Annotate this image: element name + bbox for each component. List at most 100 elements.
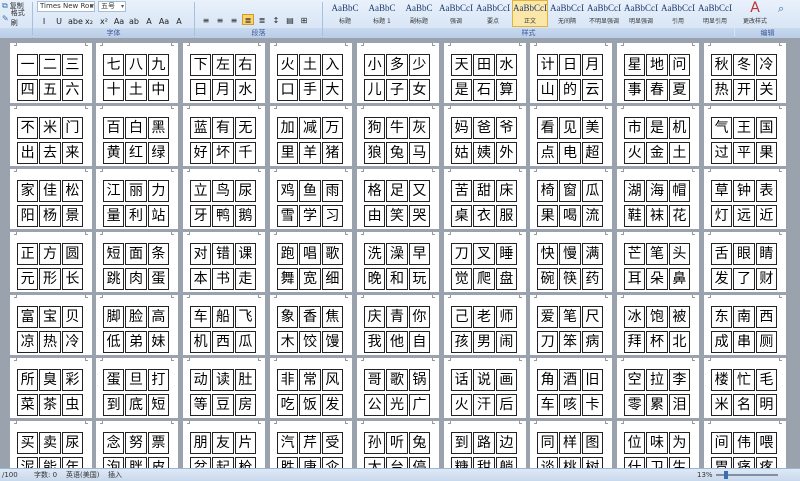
document-page[interactable]: 同样图谈桃树 — [530, 421, 612, 468]
find-icon[interactable]: ⌕ — [778, 2, 784, 16]
paragraph-format-button[interactable]: ↕ — [270, 14, 282, 25]
style-preset[interactable]: AaBbCcDc 正文 — [512, 0, 548, 27]
zoom-slider[interactable] — [716, 471, 778, 479]
document-page[interactable]: 话说画火汗后 — [444, 358, 526, 418]
document-page[interactable]: 跑唱歌舞宽细 — [270, 232, 352, 292]
font-format-button[interactable]: x² — [97, 15, 111, 26]
language-indicator[interactable]: 英语(美国) — [66, 469, 99, 481]
style-preset[interactable]: AaBbCcDt 强调 — [438, 0, 474, 27]
paragraph-format-button[interactable]: ≣ — [242, 14, 254, 25]
paragraph-format-button[interactable]: ≣ — [256, 14, 268, 25]
document-page[interactable]: 火土入口手大 — [270, 43, 352, 103]
document-page[interactable]: 己老师孩男闹 — [444, 295, 526, 355]
document-page[interactable]: 位味为什卫生 — [617, 421, 699, 468]
document-page[interactable]: 一二三四五六 — [10, 43, 92, 103]
document-page[interactable]: 蛋旦打到底短 — [96, 358, 178, 418]
document-page[interactable]: 洗澡早晚和玩 — [357, 232, 439, 292]
document-page[interactable]: 车船飞机西瓜 — [183, 295, 265, 355]
document-page[interactable]: 所臭彩菜茶虫 — [10, 358, 92, 418]
font-format-button[interactable]: ab — [127, 15, 141, 26]
document-page[interactable]: 快慢满碗筷药 — [530, 232, 612, 292]
document-page[interactable]: 秋冬冷热开关 — [704, 43, 786, 103]
document-page[interactable]: 下左右日月水 — [183, 43, 265, 103]
document-page[interactable]: 妈爸爷姑姨外 — [444, 106, 526, 166]
document-page[interactable]: 计日月山的云 — [530, 43, 612, 103]
style-preset[interactable]: AaBbCcD 要点 — [475, 0, 511, 27]
document-page[interactable]: 湖海帽鞋袜花 — [617, 169, 699, 229]
word-count[interactable]: 字数: 0 — [34, 469, 57, 481]
style-preset[interactable]: AaBbC 标题 1 — [364, 0, 400, 27]
document-page[interactable]: 芒笔头耳朵鼻 — [617, 232, 699, 292]
style-preset[interactable]: AaBbC 标题 — [327, 0, 363, 27]
insert-mode[interactable]: 插入 — [108, 469, 122, 481]
font-format-button[interactable]: U — [52, 15, 66, 26]
document-page[interactable]: 富宝贝凉热冷 — [10, 295, 92, 355]
document-page[interactable]: 象香焦木饺馒 — [270, 295, 352, 355]
document-page[interactable]: 家佳松阳杨景 — [10, 169, 92, 229]
font-format-button[interactable]: abe — [67, 15, 83, 26]
document-page[interactable]: 狗牛灰狼兔马 — [357, 106, 439, 166]
document-page[interactable]: 加减万里羊猪 — [270, 106, 352, 166]
document-canvas[interactable]: 一二三四五六七八九十土中下左右日月水火土入口手大小多少儿子女天田水是石算计日月山… — [0, 38, 800, 468]
document-page[interactable]: 天田水是石算 — [444, 43, 526, 103]
document-page[interactable]: 孙听兔太台停 — [357, 421, 439, 468]
paragraph-format-button[interactable]: ⊞ — [298, 14, 310, 25]
paragraph-format-button[interactable]: ≡ — [200, 14, 212, 25]
page-count[interactable]: /100 — [2, 469, 18, 481]
paragraph-format-button[interactable]: ≡ — [228, 14, 240, 25]
document-page[interactable]: 对错课本书走 — [183, 232, 265, 292]
document-page[interactable]: 苦甜床桌衣服 — [444, 169, 526, 229]
document-page[interactable]: 间伟喂胃痛疼 — [704, 421, 786, 468]
document-page[interactable]: 不米门出去来 — [10, 106, 92, 166]
document-page[interactable]: 格足又由笑哭 — [357, 169, 439, 229]
style-preset[interactable]: AaBbCcDc 引用 — [660, 0, 696, 27]
document-page[interactable]: 哥歌锅公光广 — [357, 358, 439, 418]
document-page[interactable]: 草钟表灯远近 — [704, 169, 786, 229]
font-format-button[interactable]: I — [37, 15, 51, 26]
font-format-button[interactable]: A — [172, 15, 186, 26]
document-page[interactable]: 椅窗瓜果喝流 — [530, 169, 612, 229]
document-page[interactable]: 正方圆元形长 — [10, 232, 92, 292]
zoom-slider-knob[interactable] — [724, 471, 728, 479]
paragraph-format-button[interactable]: ≡ — [214, 14, 226, 25]
style-preset[interactable]: AaBbCcDc 明显引用 — [697, 0, 733, 27]
document-page[interactable]: 到路边糖甜躺 — [444, 421, 526, 468]
document-page[interactable]: 非常风吃饭发 — [270, 358, 352, 418]
document-page[interactable]: 买卖尿泥能年 — [10, 421, 92, 468]
document-page[interactable]: 角酒旧车咳卡 — [530, 358, 612, 418]
style-preset[interactable]: AaBbCcDt 明显强调 — [623, 0, 659, 27]
document-page[interactable]: 朋友片盆起枪 — [183, 421, 265, 468]
document-page[interactable]: 爱笔尺刀笨病 — [530, 295, 612, 355]
document-page[interactable]: 小多少儿子女 — [357, 43, 439, 103]
document-page[interactable]: 江丽力量利站 — [96, 169, 178, 229]
document-page[interactable]: 百白黑黄红绿 — [96, 106, 178, 166]
document-page[interactable]: 庆青你我他自 — [357, 295, 439, 355]
document-page[interactable]: 楼忙毛米名明 — [704, 358, 786, 418]
document-page[interactable]: 刀叉睡觉爬盘 — [444, 232, 526, 292]
document-page[interactable]: 立鸟尿牙鸭鹅 — [183, 169, 265, 229]
change-styles-button[interactable]: A 更改样式 — [738, 0, 772, 28]
font-format-button[interactable]: Aa — [112, 15, 126, 26]
paragraph-format-button[interactable]: ▤ — [284, 14, 296, 25]
font-format-button[interactable]: x₂ — [82, 15, 96, 26]
document-page[interactable]: 鸡鱼雨雪学习 — [270, 169, 352, 229]
document-page[interactable]: 舌眼睛发了财 — [704, 232, 786, 292]
document-page[interactable]: 市是机火金土 — [617, 106, 699, 166]
document-page[interactable]: 汽芹受胜唐伞 — [270, 421, 352, 468]
document-page[interactable]: 星地问事春夏 — [617, 43, 699, 103]
document-page[interactable]: 念努票泡胖皮 — [96, 421, 178, 468]
zoom-level[interactable]: 13% — [697, 469, 713, 481]
document-page[interactable]: 看见美点电超 — [530, 106, 612, 166]
document-page[interactable]: 七八九十土中 — [96, 43, 178, 103]
style-preset[interactable]: AaBbCcDt 不明显强调 — [586, 0, 622, 27]
document-page[interactable]: 气王国过平果 — [704, 106, 786, 166]
document-page[interactable]: 蓝有无好坏千 — [183, 106, 265, 166]
document-page[interactable]: 空拉李零累泪 — [617, 358, 699, 418]
document-page[interactable]: 冰饱被拜杯北 — [617, 295, 699, 355]
document-page[interactable]: 脚脸高低弟妹 — [96, 295, 178, 355]
font-format-button[interactable]: Aa — [157, 15, 171, 26]
format-painter-button[interactable]: ✎ 格式刷 — [0, 9, 30, 27]
font-format-button[interactable]: A — [142, 15, 156, 26]
style-preset[interactable]: AaBbC 副标题 — [401, 0, 437, 27]
document-page[interactable]: 短面条跳肉蛋 — [96, 232, 178, 292]
